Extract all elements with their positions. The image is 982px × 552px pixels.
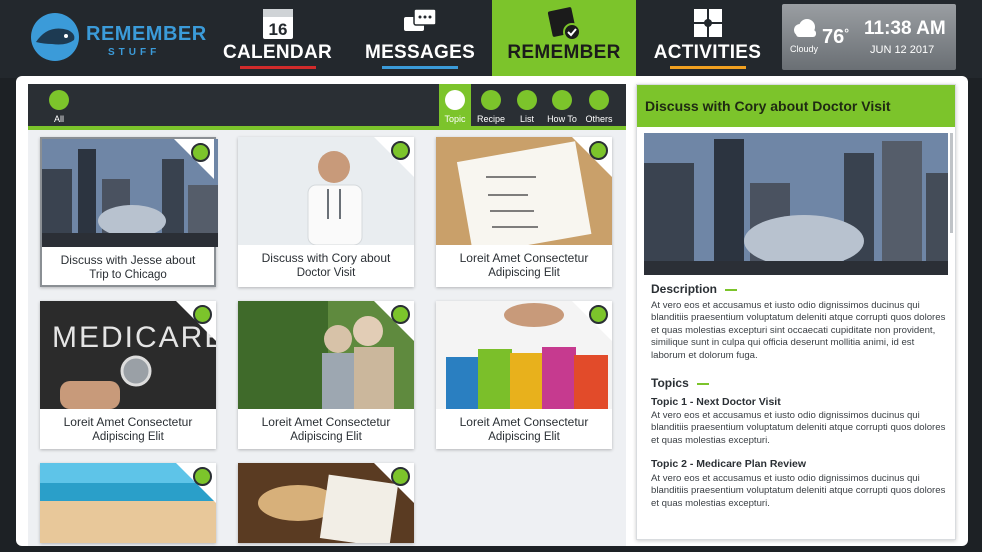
- nav-messages-underline: [382, 66, 458, 69]
- grid-icon: [49, 90, 69, 110]
- chat-bubbles-icon: [404, 8, 437, 31]
- clock-time: 11:38 AM: [864, 18, 946, 39]
- app-logo[interactable]: REMEMBER STUFF: [24, 10, 214, 66]
- card-title: Loreit Amet Consectetur: [63, 415, 193, 429]
- category-recipe[interactable]: Recipe: [476, 84, 506, 126]
- weather-condition: Cloudy: [790, 44, 819, 54]
- nav-messages[interactable]: MESSAGES: [360, 0, 480, 78]
- card-subtitle: Adipiscing Elit: [92, 431, 164, 443]
- reminder-grid-pane: All Topic Recipe List How To Others Disc…: [28, 84, 626, 546]
- logo-fish-icon: [31, 13, 79, 61]
- category-how-to[interactable]: How To: [544, 84, 580, 126]
- topics-heading: Topics: [651, 376, 709, 390]
- description-heading: Description: [651, 282, 738, 296]
- topic-title: Topic 1 - Next Doctor Visit: [651, 396, 781, 408]
- category-others-label: Others: [585, 114, 613, 124]
- topic-badge-icon: [391, 467, 410, 486]
- category-how-to-label: How To: [547, 114, 577, 124]
- category-topic-label: Topic: [444, 114, 466, 124]
- card-title: Loreit Amet Consectetur: [459, 251, 589, 265]
- calendar-icon: 16: [262, 9, 293, 39]
- reminder-card[interactable]: Loreit Amet Consectetur Adipiscing Elit: [238, 301, 414, 449]
- topic-icon: [445, 90, 465, 110]
- category-recipe-label: Recipe: [476, 114, 505, 124]
- topic-badge-icon: [391, 305, 410, 324]
- reminder-card[interactable]: [238, 463, 414, 543]
- category-others[interactable]: Others: [581, 84, 617, 126]
- check-icon: [517, 90, 537, 110]
- remember-check-icon: [547, 7, 581, 41]
- topic-text: At vero eos et accusamus et iusto odio d…: [651, 410, 946, 446]
- topic-badge-icon: [193, 467, 212, 486]
- nav-remember-label: REMEMBER: [507, 42, 621, 63]
- detail-image-city: [644, 133, 948, 275]
- nav-activities[interactable]: ACTIVITIES: [650, 0, 765, 78]
- cloud-icon: [794, 19, 816, 37]
- reminder-card[interactable]: Discuss with Cory about Doctor Visit: [238, 137, 414, 287]
- puzzle-icon: [693, 9, 722, 37]
- topic-badge-icon: [589, 305, 608, 324]
- logo-line1: REMEMBER: [86, 23, 207, 45]
- nav-activities-label: ACTIVITIES: [653, 42, 762, 63]
- category-list-label: List: [519, 114, 534, 124]
- detail-scrollbar[interactable]: [950, 133, 953, 233]
- category-filter-bar: All Topic Recipe List How To Others: [28, 84, 626, 130]
- card-subtitle: Adipiscing Elit: [290, 431, 362, 443]
- recipe-icon: [481, 90, 501, 110]
- reminder-detail-panel: Discuss with Cory about Doctor Visit Des…: [636, 84, 956, 540]
- nav-activities-underline: [669, 66, 746, 69]
- nav-messages-label: MESSAGES: [364, 42, 476, 63]
- weather-clock-widget: 76° Cloudy 11:38 AM JUN 12 2017: [782, 4, 956, 70]
- calendar-icon-day: 16: [268, 20, 287, 39]
- topics-label: Topics: [651, 376, 689, 390]
- topic-badge-icon: [391, 141, 410, 160]
- card-title: Loreit Amet Consectetur: [261, 415, 391, 429]
- card-subtitle: Trip to Chicago: [89, 269, 167, 281]
- topic-title: Topic 2 - Medicare Plan Review: [651, 458, 807, 470]
- reminder-card[interactable]: Discuss with Jesse about Trip to Chicago: [40, 137, 218, 287]
- logo-line2: STUFF: [108, 47, 161, 58]
- card-subtitle: Adipiscing Elit: [488, 431, 560, 443]
- topic-badge-icon: [589, 141, 608, 160]
- card-title: Discuss with Cory about: [261, 251, 391, 265]
- temperature-value: 76: [822, 26, 845, 48]
- reminder-card[interactable]: [40, 463, 216, 543]
- star-icon: [589, 90, 609, 110]
- description-text: At vero eos et accusamus et iusto odio d…: [651, 300, 946, 361]
- nav-calendar-underline: [239, 66, 316, 69]
- topic-badge-icon: [191, 143, 210, 162]
- nav-calendar-label: CALENDAR: [222, 42, 332, 63]
- card-title: Loreit Amet Consectetur: [459, 415, 589, 429]
- topic-badge-icon: [193, 305, 212, 324]
- topic-text: At vero eos et accusamus et iusto odio d…: [651, 473, 946, 509]
- card-subtitle: Adipiscing Elit: [488, 267, 560, 279]
- reminder-card[interactable]: MEDICARE Loreit Amet Consectetur Adipisc…: [40, 301, 216, 449]
- card-subtitle: Doctor Visit: [296, 267, 356, 279]
- reminder-card[interactable]: Loreit Amet Consectetur Adipiscing Elit: [436, 137, 612, 287]
- weather-temperature: 76°: [822, 26, 849, 49]
- category-all[interactable]: All: [46, 84, 72, 126]
- map-icon: [552, 90, 572, 110]
- category-topic[interactable]: Topic: [439, 84, 471, 126]
- degree-symbol: °: [844, 26, 850, 40]
- reminder-card[interactable]: Loreit Amet Consectetur Adipiscing Elit: [436, 301, 612, 449]
- description-label: Description: [651, 282, 718, 296]
- category-all-label: All: [53, 114, 64, 124]
- card-title: Discuss with Jesse about: [60, 253, 196, 267]
- nav-calendar[interactable]: 16 CALENDAR: [220, 0, 335, 78]
- nav-remember[interactable]: REMEMBER: [492, 0, 636, 85]
- category-list[interactable]: List: [513, 84, 541, 126]
- top-nav-bar: REMEMBER STUFF 16 CALENDAR MESSAGES REME…: [0, 0, 982, 85]
- clock-date: JUN 12 2017: [870, 44, 935, 56]
- detail-title: Discuss with Cory about Doctor Visit: [637, 85, 955, 127]
